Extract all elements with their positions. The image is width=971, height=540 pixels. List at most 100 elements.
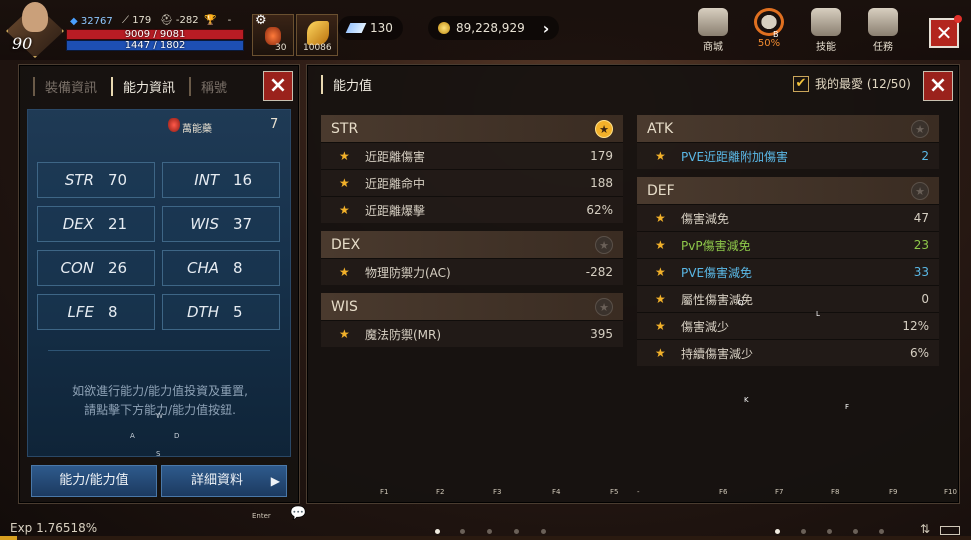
stat-name: CON <box>60 259 94 277</box>
favorite-star-icon[interactable]: ★ <box>595 119 613 138</box>
bag-icon <box>754 8 784 36</box>
menu-button-3[interactable]: 任務 <box>858 8 908 53</box>
sword-icon: ⟋ <box>122 15 129 26</box>
stat-row[interactable]: ★ 近距離傷害 179 <box>321 142 623 169</box>
feather-slot[interactable]: 10086 <box>296 14 338 56</box>
stat-row-value: 395 <box>590 327 613 341</box>
character-level: 90 <box>12 34 33 53</box>
favorite-star-icon[interactable]: ★ <box>911 119 929 138</box>
stat-name: STR <box>64 171 94 189</box>
feather-slot-count: 10086 <box>303 43 332 53</box>
elixir-count: 7 <box>270 117 279 132</box>
menu-button-label: 50% <box>757 38 781 49</box>
favorites-toggle[interactable]: ✔ 我的最愛 (12/50) <box>793 75 911 92</box>
stat-row[interactable]: ★ PvP傷害減免 23 <box>637 231 939 258</box>
chevron-right-icon[interactable]: › <box>543 19 550 38</box>
hotkey-hint-l: L <box>816 310 820 318</box>
potion-slot-count: 30 <box>275 43 287 53</box>
stat-str: STR 70 <box>37 162 155 198</box>
hotkey-label: F6 <box>719 488 728 496</box>
section-dex: DEX ★ ★ 物理防禦力(AC) -282 <box>321 231 623 285</box>
swap-icon[interactable]: ⇅ <box>920 522 930 536</box>
stat-row-label: PVE傷害減免 <box>681 265 753 280</box>
stat-row[interactable]: ★ 持續傷害減少 6% <box>637 339 939 366</box>
star-icon: ★ <box>655 238 666 252</box>
section-title: ATK <box>647 120 674 137</box>
stat-name: WIS <box>190 215 219 233</box>
hotkey-hint-q: Q <box>738 299 744 307</box>
hotkey-label: F5 <box>610 488 619 496</box>
enter-key-label: Enter <box>252 512 271 520</box>
dpad-up-label: W <box>156 412 163 420</box>
page-dot[interactable] <box>879 529 884 534</box>
stat-row[interactable]: ★ 物理防禦力(AC) -282 <box>321 258 623 285</box>
stat-value: 8 <box>233 259 243 277</box>
stat-row[interactable]: ★ 傷害減免 47 <box>637 204 939 231</box>
detail-button-label: 詳細資料 <box>190 473 243 488</box>
section-title: DEF <box>647 182 675 199</box>
stat-row-label: 持續傷害減少 <box>681 346 754 361</box>
section-header: DEF ★ <box>637 177 939 204</box>
stat-row[interactable]: ★ PVE近距離附加傷害 2 <box>637 142 939 169</box>
stat-row-value: 23 <box>913 238 929 252</box>
stat-row-value: 6% <box>909 346 929 360</box>
gear-icon[interactable]: ⚙ <box>255 13 267 28</box>
power-icon: ◆ <box>70 16 78 27</box>
stat-row-label: 傷害減免 <box>681 211 730 226</box>
tab-equipment[interactable]: 裝備資訊 <box>33 76 107 96</box>
exp-bar-fill <box>0 536 17 540</box>
help-line-1: 如欲進行能力/能力值投資及重置, <box>72 384 248 398</box>
star-icon: ★ <box>655 292 666 306</box>
menu-button-label: 任務 <box>873 42 893 53</box>
checkbox-icon[interactable]: ✔ <box>793 75 809 92</box>
crystal-icon <box>345 23 367 33</box>
stat-row[interactable]: ★ 近距離命中 188 <box>321 169 623 196</box>
stat-row-value: 2 <box>921 149 929 163</box>
page-dot[interactable] <box>775 529 780 534</box>
tab-title[interactable]: 稱號 <box>189 76 237 96</box>
stat-row-value: 47 <box>913 211 929 225</box>
menu-button-0[interactable]: 商城 <box>688 8 738 53</box>
menu-button-1[interactable]: 50% B <box>744 8 794 49</box>
stat-row-value: 62% <box>586 203 613 217</box>
stat-row[interactable]: ★ PVE傷害減免 33 <box>637 258 939 285</box>
page-dot[interactable] <box>435 529 440 534</box>
stat-row[interactable]: ★ 魔法防禦(MR) 395 <box>321 320 623 347</box>
tab-ability[interactable]: 能力資訊 <box>111 76 185 96</box>
page-dot[interactable] <box>541 529 546 534</box>
chat-icon[interactable]: 💬 <box>290 506 306 521</box>
close-button[interactable]: × <box>923 71 953 101</box>
stat-row-label: 近距離爆擊 <box>365 203 426 218</box>
favorite-star-icon[interactable]: ★ <box>595 297 613 316</box>
page-dot[interactable] <box>801 529 806 534</box>
stat-row-value: 0 <box>921 292 929 306</box>
stat-row[interactable]: ★ 傷害減少 12% <box>637 312 939 339</box>
stat-row-label: 近距離傷害 <box>365 149 426 164</box>
close-button[interactable]: × <box>263 71 293 101</box>
page-dot[interactable] <box>460 529 465 534</box>
crystal-currency: 130 <box>338 16 403 40</box>
star-icon: ★ <box>655 149 666 163</box>
page-dot[interactable] <box>827 529 832 534</box>
favorite-star-icon[interactable]: ★ <box>911 181 929 200</box>
stat-row-value: -282 <box>585 265 613 279</box>
ability-button[interactable]: 能力/能力值 <box>31 465 157 497</box>
page-dot[interactable] <box>487 529 492 534</box>
favorite-star-icon[interactable]: ★ <box>595 235 613 254</box>
stat-row-label: 傷害減少 <box>681 319 730 334</box>
page-dot[interactable] <box>514 529 519 534</box>
panel-title: 能力值 <box>321 75 372 94</box>
crystal-value: 130 <box>370 21 393 35</box>
stat-row[interactable]: ★ 屬性傷害減免 0 <box>637 285 939 312</box>
stat-con: CON 26 <box>37 250 155 286</box>
close-button[interactable]: ✕ <box>929 18 959 48</box>
detail-button[interactable]: 詳細資料 ▶ <box>161 465 287 497</box>
stat-row[interactable]: ★ 近距離爆擊 62% <box>321 196 623 223</box>
page-dot[interactable] <box>853 529 858 534</box>
hotkey-label: F4 <box>552 488 561 496</box>
exp-bar <box>0 536 971 540</box>
dpad-left-label: A <box>130 432 135 440</box>
menu-button-2[interactable]: 技能 <box>801 8 851 53</box>
potion-slot[interactable]: ⚙ 30 <box>252 13 294 56</box>
hotkey-label: F8 <box>831 488 840 496</box>
